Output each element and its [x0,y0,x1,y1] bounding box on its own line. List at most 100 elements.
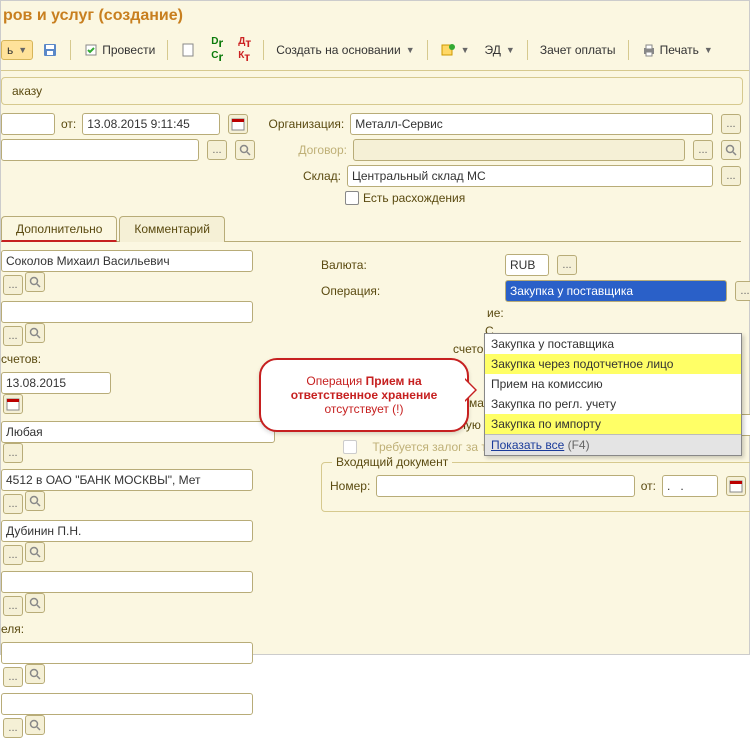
search-btn[interactable] [25,664,45,684]
organization-input[interactable]: Металл-Сервис [350,113,713,135]
dropdown-showall[interactable]: Показать все (F4) [485,434,741,455]
drcr-button[interactable]: DrCr [205,33,229,67]
number-input[interactable] [1,113,55,135]
save-button[interactable] [36,39,64,61]
toolbar: ь▼ Провести DrCr ДтКт Создать на основан… [1,31,749,71]
blank-input-1[interactable] [1,301,253,323]
search-btn[interactable] [25,715,45,735]
payment-offset-button[interactable]: Зачет оплаты [534,40,622,60]
reg-suffix: ие: [487,306,504,320]
post-button[interactable]: Провести [77,39,161,61]
org-label: Организация: [254,117,344,131]
search-btn[interactable] [25,323,45,343]
tab-extra[interactable]: Дополнительно [1,216,117,242]
any-input[interactable]: Любая [1,421,275,443]
edo-icon [440,42,456,58]
floppy-icon [42,42,58,58]
dropdown-item[interactable]: Закупка через подотчетное лицо [485,354,741,374]
printer-icon [641,42,657,58]
search-btn[interactable] [25,593,45,613]
order-pane: аказу [1,77,743,105]
chevron-down-icon: ▼ [461,45,470,55]
save-and-close-button[interactable]: ь▼ [1,40,33,60]
ed-button[interactable]: ЭД▼ [479,40,521,60]
partner-search-button[interactable] [235,140,255,160]
blank-input-4[interactable] [1,693,253,715]
select-btn[interactable]: ... [3,275,23,295]
reports-button[interactable] [174,39,202,61]
magnifier-icon [29,719,41,731]
dropdown-item[interactable]: Прием на комиссию [485,374,741,394]
search-btn[interactable] [25,272,45,292]
tab-comment[interactable]: Комментарий [119,216,225,242]
document-icon [180,42,196,58]
dropdown-item[interactable]: Закупка по импорту [485,414,741,434]
contract-input [353,139,685,161]
magnifier-icon [29,546,41,558]
incoming-cal-button[interactable] [726,476,746,496]
edo-button[interactable]: ▼ [434,39,476,61]
currency-input[interactable]: RUB [505,254,549,276]
currency-label: Валюта: [321,258,397,272]
partner-input[interactable] [1,139,199,161]
incoming-caption: Входящий документ [332,455,452,469]
calendar-button[interactable] [228,114,248,134]
blank-input-2[interactable] [1,571,253,593]
search-btn[interactable] [25,491,45,511]
partner-select-button[interactable]: ... [207,140,227,160]
select-btn[interactable]: ... [3,545,23,565]
dropdown-item[interactable]: Закупка по регл. учету [485,394,741,414]
select-btn[interactable]: ... [3,494,23,514]
mgr-label: еля: [1,622,311,636]
drkr-button[interactable]: ДтКт [232,33,257,67]
select-btn[interactable]: ... [3,443,23,463]
dropdown-item[interactable]: Закупка у поставщика [485,334,741,354]
warehouse-input[interactable]: Центральный склад МС [347,165,713,187]
post-icon [83,42,99,58]
select-btn[interactable]: ... [3,718,23,738]
currency-select-button[interactable]: ... [557,255,577,275]
discrepancy-checkbox[interactable]: Есть расхождения [345,191,465,205]
tabs: Дополнительно Комментарий [1,215,741,242]
incoming-number-input[interactable] [376,475,634,497]
chevron-down-icon: ▼ [506,45,515,55]
operation-dropdown-button[interactable]: ... [735,281,750,301]
bankacc-input[interactable]: 4512 в ОАО "БАНК МОСКВЫ", Мет [1,469,253,491]
date-input-2[interactable]: 13.08.2015 [1,372,111,394]
calendar-icon [728,478,744,494]
contract-search-button[interactable] [721,140,741,160]
create-based-button[interactable]: Создать на основании▼ [270,40,420,60]
print-button[interactable]: Печать▼ [635,39,719,61]
drcr-icon: DrCr [211,36,223,64]
person-input[interactable]: Соколов Михаил Васильевич [1,250,253,272]
chevron-down-icon: ▼ [406,45,415,55]
window-title: ров и услуг (создание) [1,1,749,31]
calendar-icon [5,396,21,412]
magnifier-icon [29,668,41,680]
incoming-group: Входящий документ Номер: от: . . [321,462,750,512]
contract-select-button[interactable]: ... [693,140,713,160]
calendar-icon [230,116,246,132]
select-btn[interactable]: ... [3,326,23,346]
datetime-input[interactable]: 13.08.2015 9:11:45 [82,113,220,135]
wh-select-button[interactable]: ... [721,166,741,186]
select-btn[interactable]: ... [3,596,23,616]
deposit-checkbox [343,440,357,454]
contract-label: Договор: [261,143,347,157]
search-btn[interactable] [25,542,45,562]
blank-input-3[interactable] [1,642,253,664]
incoming-date-input[interactable]: . . [662,475,718,497]
magnifier-icon [29,276,41,288]
operation-dropdown[interactable]: Закупка у поставщика Закупка через подот… [484,333,742,456]
from-label: от: [61,117,76,131]
drkr-icon: ДтКт [238,36,251,64]
select-btn[interactable]: ... [3,667,23,687]
magnifier-icon [29,495,41,507]
from2-label: от: [641,479,656,493]
manager-input[interactable]: Дубинин П.Н. [1,520,253,542]
chevron-down-icon: ▼ [18,45,27,55]
magnifier-icon [29,327,41,339]
calendar-button-2[interactable] [3,394,23,414]
org-select-button[interactable]: ... [721,114,741,134]
operation-select[interactable]: Закупка у поставщика [505,280,727,302]
